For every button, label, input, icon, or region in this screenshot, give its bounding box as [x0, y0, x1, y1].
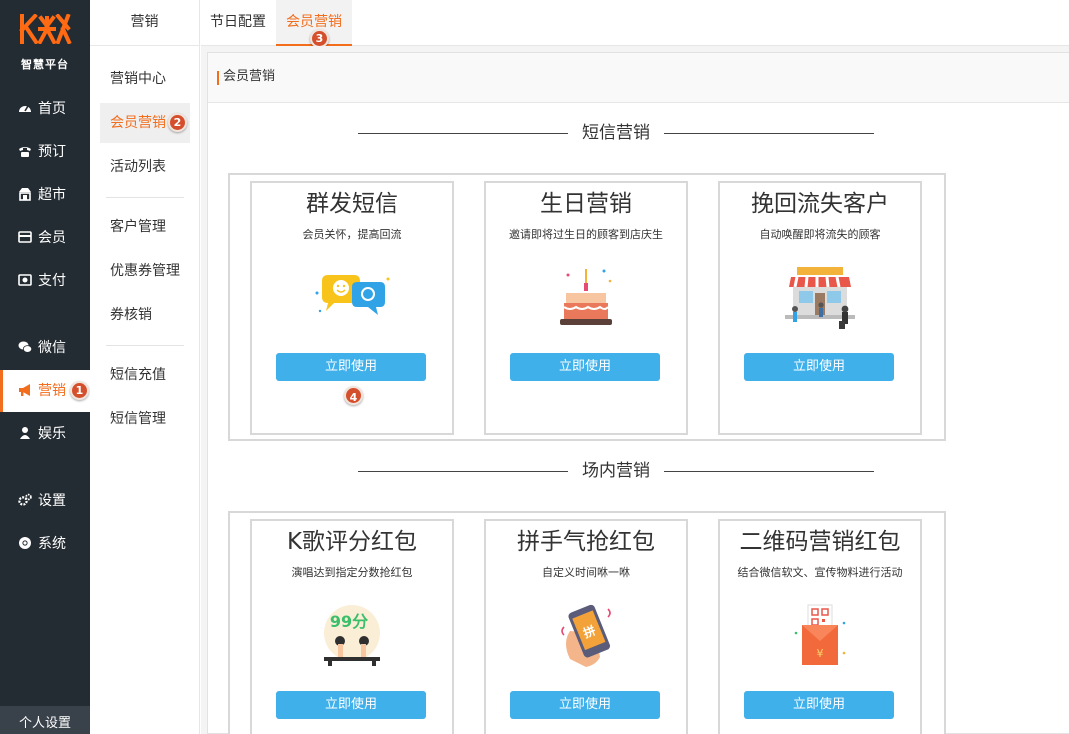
chat-bubbles-illustration: [315, 275, 390, 315]
submenu-title: 营销: [90, 0, 199, 46]
use-now-button-lucky[interactable]: 立即使用: [510, 691, 660, 719]
submenu-item-sms-management[interactable]: 短信管理: [100, 399, 190, 439]
logo-kx-icon: [19, 13, 72, 45]
content-panel: 会员营销 短信营销 群发短信 会员关怀，提高回流 立即使用 生日营销 邀请即将过…: [207, 52, 1069, 734]
gear-icon: [18, 493, 32, 506]
payment-icon: [18, 274, 32, 286]
venue-marketing-group: K歌评分红包 演唱达到指定分数抢红包 99分 立即使用 拼手气抢红包 自定义时间…: [228, 511, 946, 734]
sms-marketing-group: 群发短信 会员关怀，提高回流 立即使用 生日营销 邀请即将过生日的顾客到店庆生: [228, 173, 946, 441]
main-sidebar: 智慧平台 首页 预订 超市 会员 支付 微信 营销 1 娱乐 设置 系统 个人设…: [0, 0, 90, 734]
entertainment-icon: [20, 427, 30, 439]
card-qrcode-redpacket: 二维码营销红包 结合微信软文、宣传物料进行活动 ¥ 立即使用: [718, 519, 922, 734]
section-rule: [664, 133, 874, 134]
nav-item-home[interactable]: 首页: [0, 88, 90, 130]
step-badge-1: 1: [70, 381, 89, 400]
nav-item-entertainment[interactable]: 娱乐: [0, 413, 90, 455]
qr-red-envelope-illustration: ¥: [794, 604, 846, 665]
card-win-back-customers: 挽回流失客户 自动唤醒即将流失的顾客 立即使用: [718, 181, 922, 435]
use-now-button-win-back[interactable]: 立即使用: [744, 353, 894, 381]
card-icon: [18, 231, 32, 243]
step-badge-2: 2: [168, 113, 187, 132]
nav-item-member[interactable]: 会员: [0, 217, 90, 259]
brand-logo[interactable]: 智慧平台: [0, 0, 90, 86]
yen-text: ¥: [817, 647, 824, 660]
use-now-button-bulk-sms[interactable]: 立即使用: [276, 353, 426, 381]
birthday-cake-illustration: [560, 269, 612, 325]
main-content: 会员营销 短信营销 群发短信 会员关怀，提高回流 立即使用 生日营销 邀请即将过…: [201, 46, 1069, 734]
section-title-venue: 场内营销: [358, 459, 874, 483]
nav-item-system[interactable]: 系统: [0, 523, 90, 565]
section-rule: [358, 133, 568, 134]
phone-icon: [19, 147, 31, 157]
use-now-button-karaoke[interactable]: 立即使用: [276, 691, 426, 719]
use-now-button-birthday[interactable]: 立即使用: [510, 353, 660, 381]
karaoke-score-illustration: 99分: [324, 605, 380, 666]
card-birthday-marketing: 生日营销 邀请即将过生日的顾客到店庆生 立即使用: [484, 181, 688, 435]
nav-item-wechat[interactable]: 微信: [0, 327, 90, 369]
nav-item-booking[interactable]: 预订: [0, 131, 90, 173]
step-badge-4: 4: [344, 386, 363, 405]
nav-item-payment[interactable]: 支付: [0, 260, 90, 302]
submenu-item-sms-recharge[interactable]: 短信充值: [100, 355, 190, 395]
storefront-illustration: [785, 267, 855, 329]
card-karaoke-score-redpacket: K歌评分红包 演唱达到指定分数抢红包 99分 立即使用: [250, 519, 454, 734]
submenu-item-customer-management[interactable]: 客户管理: [100, 207, 190, 247]
nav-item-market[interactable]: 超市: [0, 174, 90, 216]
chrome-icon: [19, 537, 31, 549]
page-tabs: 节日配置 会员营销 3: [201, 0, 1069, 48]
submenu-item-member-marketing[interactable]: 会员营销 2: [100, 103, 190, 143]
shop-icon: [19, 188, 31, 201]
submenu-item-marketing-center[interactable]: 营销中心: [100, 59, 190, 99]
tab-member-marketing[interactable]: 会员营销 3: [276, 0, 352, 48]
brand-subtitle: 智慧平台: [21, 58, 69, 71]
wechat-icon: [18, 341, 32, 353]
logo-mark: [0, 13, 90, 52]
section-title-sms: 短信营销: [358, 121, 874, 145]
submenu-item-coupon-management[interactable]: 优惠券管理: [100, 251, 190, 291]
personal-settings-link[interactable]: 个人设置: [0, 706, 90, 734]
submenu-divider: [106, 197, 184, 198]
submenu-item-coupon-verify[interactable]: 券核销: [100, 295, 190, 335]
section-rule: [664, 471, 874, 472]
score-text: 99分: [330, 612, 368, 631]
nav-item-marketing[interactable]: 营销 1: [0, 370, 90, 412]
megaphone-icon: [19, 384, 30, 396]
marketing-submenu: 营销 营销中心 会员营销 2 活动列表 客户管理 优惠券管理 券核销 短信充值 …: [90, 0, 200, 734]
card-lucky-redpacket: 拼手气抢红包 自定义时间咻一咻 拼 立即使用: [484, 519, 688, 734]
submenu-item-activity-list[interactable]: 活动列表: [100, 147, 190, 187]
nav-item-settings[interactable]: 设置: [0, 480, 90, 522]
dashboard-icon: [19, 105, 31, 112]
tab-holiday-config[interactable]: 节日配置: [201, 0, 275, 46]
section-rule: [358, 471, 568, 472]
use-now-button-qrcode[interactable]: 立即使用: [744, 691, 894, 719]
phone-shake-illustration: 拼: [561, 604, 611, 667]
submenu-divider: [106, 345, 184, 346]
breadcrumb: 会员营销: [208, 53, 1069, 103]
